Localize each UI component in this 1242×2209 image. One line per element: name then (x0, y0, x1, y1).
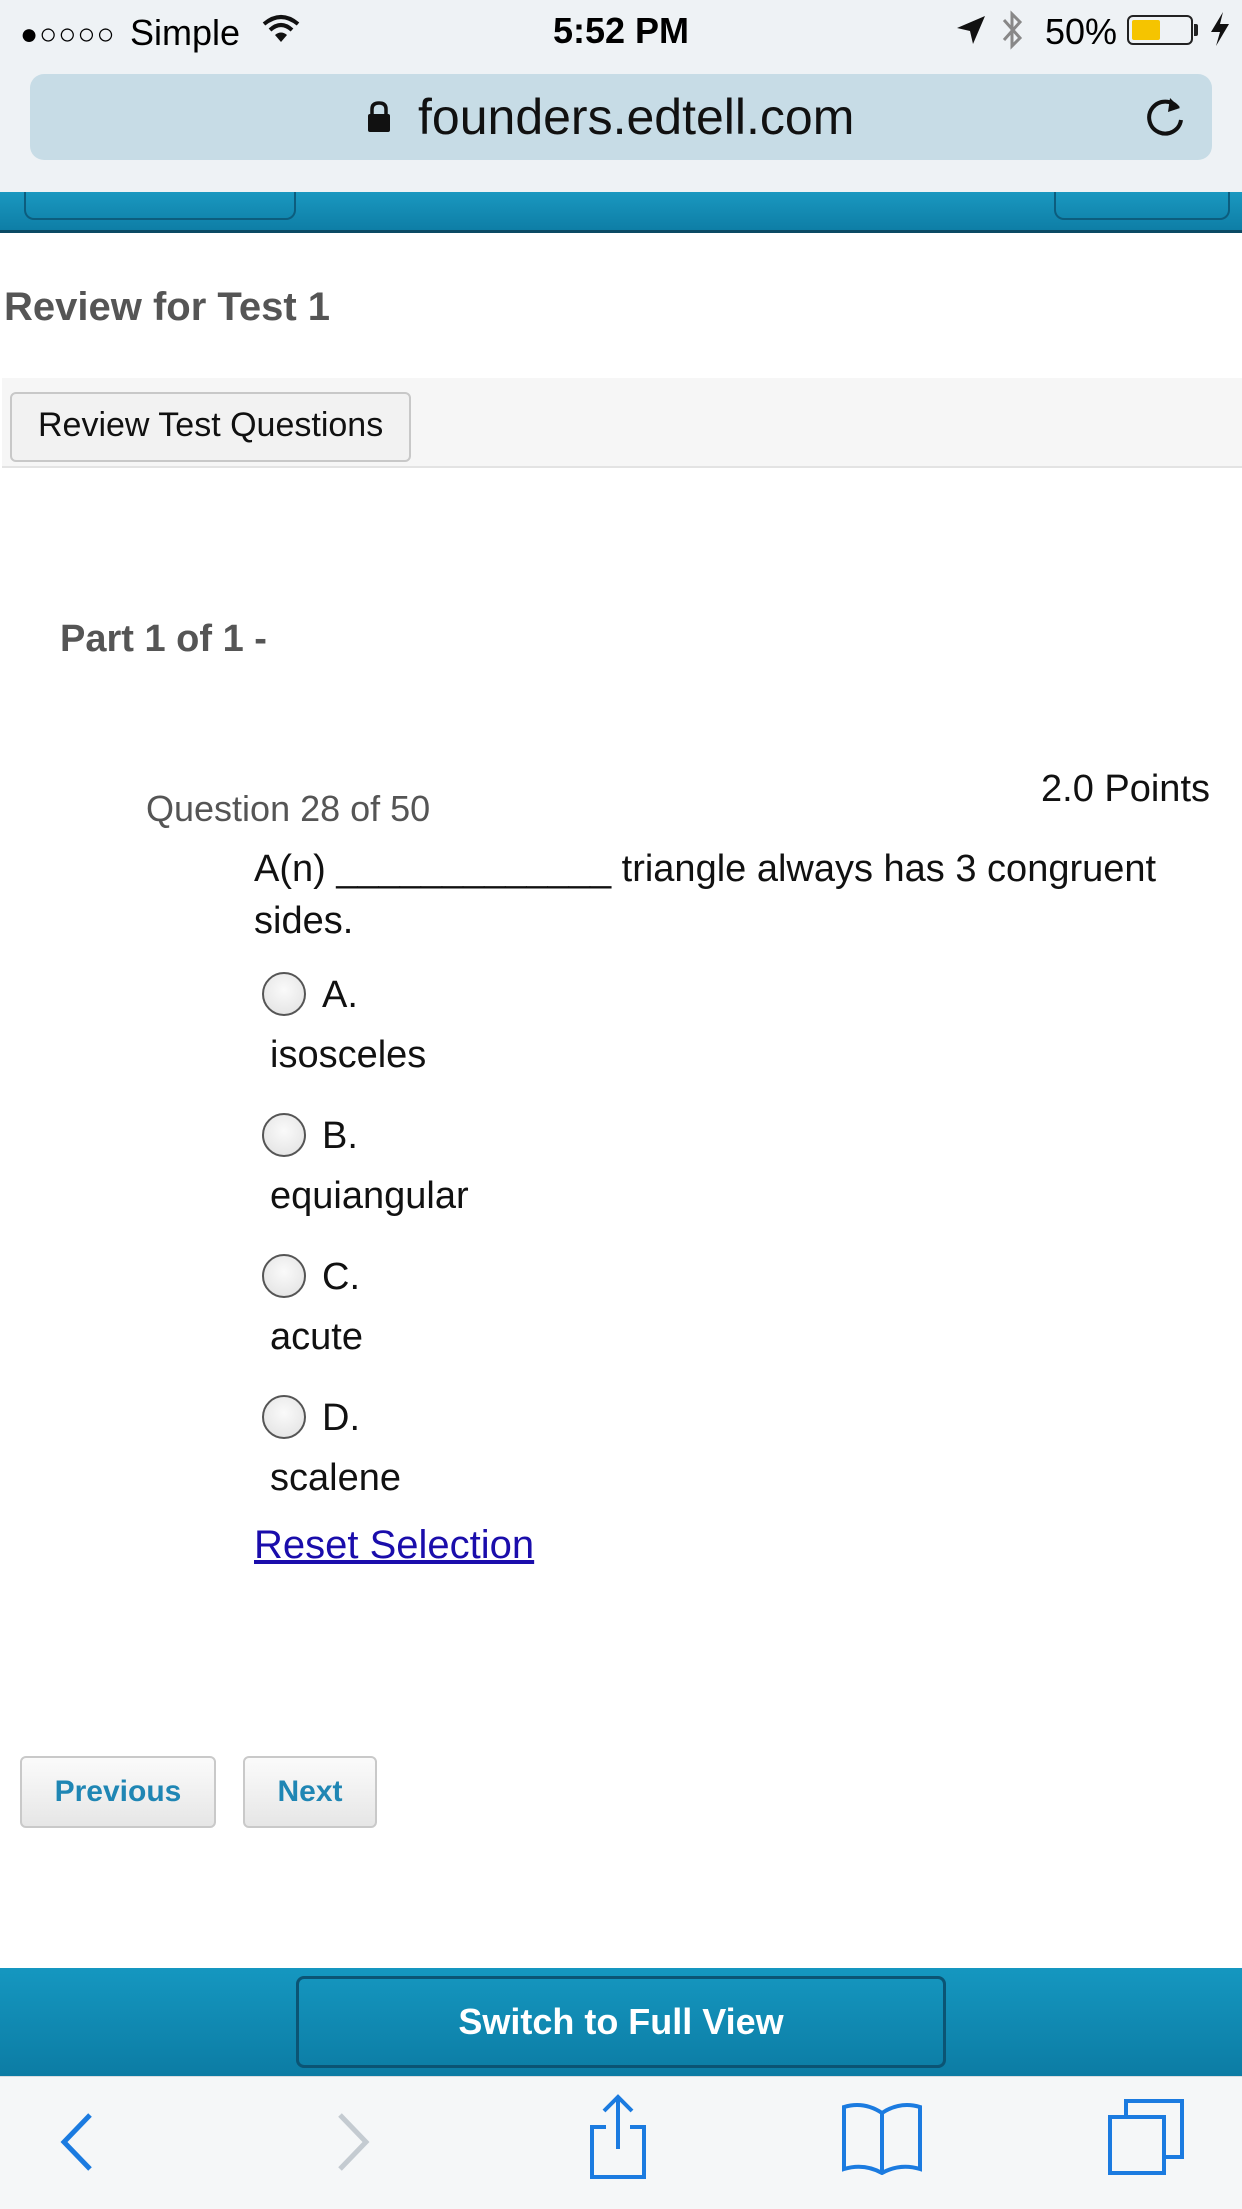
charging-bolt-icon (1208, 10, 1232, 53)
page-title: Review for Test 1 (4, 285, 331, 329)
share-icon[interactable] (586, 2093, 650, 2186)
option-c-text: acute (270, 1316, 363, 1358)
option-b-letter: B. (322, 1115, 358, 1157)
option-d-letter: D. (322, 1397, 360, 1439)
question-text: A(n) _____________ triangle always has 3… (254, 848, 1157, 942)
reload-icon[interactable] (1142, 94, 1188, 145)
option-d-text: scalene (270, 1457, 401, 1499)
battery-tip (1194, 24, 1198, 36)
tabs-icon[interactable] (1106, 2097, 1186, 2182)
review-toolbar: Review Test Questions (2, 378, 1242, 468)
site-footer: Switch to Full View (0, 1968, 1242, 2076)
next-button[interactable]: Next (243, 1756, 377, 1828)
address-bar[interactable]: founders.edtell.com (30, 74, 1212, 160)
review-test-questions-button[interactable]: Review Test Questions (10, 392, 412, 462)
reset-selection-link[interactable]: Reset Selection (254, 1523, 534, 1568)
previous-button[interactable]: Previous (20, 1756, 216, 1828)
header-menu-tab[interactable] (24, 192, 296, 220)
question-number: Question 28 of 50 (146, 788, 431, 829)
question-points: 2.0 Points (1041, 768, 1210, 810)
safari-toolbar (0, 2076, 1242, 2209)
status-bar: ●○○○○ Simple 5:52 PM 50% (0, 0, 1242, 62)
bookmarks-icon[interactable] (840, 2099, 924, 2180)
battery-percent: 50% (1045, 11, 1118, 52)
option-b-radio[interactable] (262, 1113, 306, 1157)
battery-icon (1127, 15, 1193, 45)
url-text[interactable]: founders.edtell.com (418, 88, 854, 146)
back-chevron-icon[interactable] (56, 2107, 100, 2182)
lock-icon (365, 100, 393, 139)
option-d-radio[interactable] (262, 1395, 306, 1439)
option-b-text: equiangular (270, 1175, 469, 1217)
location-arrow-icon (955, 14, 987, 51)
header-user-tab[interactable] (1054, 192, 1230, 220)
option-c-radio[interactable] (262, 1254, 306, 1298)
option-c-letter: C. (322, 1256, 360, 1298)
browser-address-area: founders.edtell.com (0, 62, 1242, 192)
option-a-text: isosceles (270, 1034, 427, 1076)
option-a-radio[interactable] (262, 972, 306, 1016)
site-header (0, 192, 1242, 233)
part-label: Part 1 of 1 - (60, 618, 267, 660)
switch-to-full-view-button[interactable]: Switch to Full View (296, 1976, 946, 2068)
bluetooth-icon (1000, 10, 1026, 55)
battery-level-fill (1132, 20, 1160, 40)
option-a-letter: A. (322, 974, 358, 1016)
forward-chevron-icon[interactable] (330, 2107, 374, 2182)
